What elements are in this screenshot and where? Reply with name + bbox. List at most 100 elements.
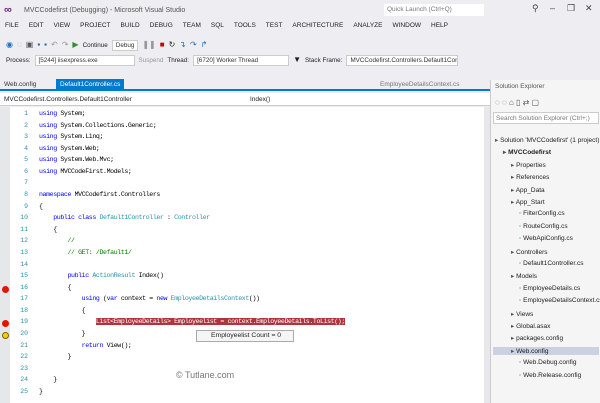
menu-edit[interactable]: EDIT	[24, 20, 49, 32]
standard-toolbar: ◉ ◌ ▣ ▪ ▪ ↶ ↷ ▶ Continue Debug ❚❚ ■ ↻ ↴ …	[0, 38, 600, 52]
close-button[interactable]: ✕	[585, 3, 593, 14]
line-number: 5	[24, 156, 28, 164]
restart-icon[interactable]: ↻	[169, 40, 176, 50]
restore-button[interactable]: ❐	[567, 3, 575, 14]
menu-team[interactable]: TEAM	[178, 20, 206, 32]
stack-frame-dropdown[interactable]: MVCCodefirst.Controllers.Default1Contro	[346, 54, 459, 66]
continue-icon[interactable]: ▶	[72, 40, 78, 50]
step-out-icon[interactable]: ↱	[201, 40, 208, 50]
menu-build[interactable]: BUILD	[116, 20, 145, 32]
tree-item[interactable]: ◦ FilterConfig.cs	[519, 210, 565, 217]
tree-item[interactable]: ◦ EmployeeDetailsContext.cs	[519, 297, 600, 304]
tab-web-config[interactable]: Web.config	[0, 79, 40, 91]
tree-item[interactable]: ▸ Models	[511, 272, 537, 280]
code-line[interactable]: //	[39, 237, 75, 244]
menu-test[interactable]: TEST	[261, 20, 288, 32]
step-into-icon[interactable]: ↴	[179, 40, 186, 50]
tree-item[interactable]: ◦ RouteConfig.cs	[519, 223, 568, 230]
code-line[interactable]: {	[39, 284, 71, 291]
code-line[interactable]: }	[39, 330, 86, 337]
code-line[interactable]: }	[39, 388, 43, 395]
continue-button[interactable]: Continue	[83, 42, 108, 49]
solution-explorer-search[interactable]: Search Solution Explorer (Ctrl+;)	[493, 112, 599, 124]
tree-item[interactable]: ▸ Controllers	[511, 248, 548, 256]
code-line[interactable]: }	[39, 376, 57, 383]
code-token: public	[39, 272, 93, 280]
se-toolbar-icons[interactable]: ◌ ◌ ⌂ ▯ ⇄ ▢	[495, 98, 539, 107]
code-token: using	[39, 295, 104, 303]
code-line[interactable]: // GET: /Default1/	[39, 249, 131, 256]
datatip[interactable]: Employeelist Count = 0	[196, 330, 294, 342]
process-dropdown[interactable]: [5244] iisexpress.exe	[34, 54, 135, 66]
tab-default1controller[interactable]: Default1Controller.cs	[56, 79, 125, 91]
solution-config-dropdown[interactable]: Debug	[111, 39, 139, 51]
breakpoint-icon[interactable]	[2, 285, 9, 293]
tree-item[interactable]: ▸ App_Start	[511, 198, 545, 206]
menu-project[interactable]: PROJECT	[75, 20, 115, 32]
tree-item[interactable]: ▸ Global.asax	[511, 322, 550, 330]
navigate-back-icon[interactable]: ◉	[6, 40, 13, 50]
tree-item[interactable]: ◦ EmployeeDetails.cs	[519, 285, 580, 292]
tree-item[interactable]: ▸ packages.config	[511, 334, 563, 342]
code-line[interactable]: public class Default1Controller : Contro…	[39, 214, 210, 221]
code-line[interactable]: using (var context = new EmployeeDetails…	[39, 295, 260, 302]
code-line[interactable]: {	[39, 307, 86, 314]
code-line[interactable]: return View();	[39, 342, 132, 349]
pause-icon[interactable]: ❚❚	[142, 40, 155, 50]
undo-icon[interactable]: ↶	[51, 40, 58, 50]
tree-item[interactable]: ◦ Default1Controller.cs	[519, 260, 583, 267]
tab-employeedetailscontext[interactable]: EmployeeDetailsContext.cs	[376, 79, 463, 91]
code-line[interactable]: using System.Web;	[39, 145, 100, 152]
tree-item[interactable]: ▸ Properties	[511, 161, 546, 169]
menu-architecture[interactable]: ARCHITECTURE	[287, 20, 348, 32]
code-line[interactable]: using System.Web.Mvc;	[39, 156, 114, 163]
new-project-icon[interactable]: ▣	[26, 40, 34, 50]
menu-file[interactable]: FILE	[0, 20, 24, 32]
type-dropdown[interactable]: MVCCodefirst.Controllers.Default1Control…	[4, 96, 132, 103]
code-token: //	[39, 237, 75, 245]
step-over-icon[interactable]: ↷	[190, 40, 197, 50]
menu-window[interactable]: WINDOW	[387, 20, 426, 32]
minimize-button[interactable]: –	[550, 3, 555, 13]
line-number: 10	[20, 214, 28, 222]
menu-tools[interactable]: TOOLS	[229, 20, 261, 32]
tree-item[interactable]: ▸ Solution 'MVCCodefirst' (1 project)	[495, 136, 599, 144]
breakpoint-margin[interactable]	[0, 107, 10, 403]
save-all-icon[interactable]: ▪	[44, 40, 47, 50]
code-line[interactable]: using System;	[39, 110, 86, 117]
tree-item[interactable]: ▸ App_Data	[511, 186, 545, 194]
code-line[interactable]: using System.Collections.Generic;	[39, 122, 157, 129]
code-line[interactable]: using MVCCodeFirst.Models;	[39, 168, 132, 175]
menu-help[interactable]: HELP	[426, 20, 453, 32]
menu-sql[interactable]: SQL	[206, 20, 229, 32]
menu-debug[interactable]: DEBUG	[145, 20, 178, 32]
menu-view[interactable]: VIEW	[49, 20, 76, 32]
stop-icon[interactable]: ■	[160, 40, 165, 50]
code-line[interactable]: {	[39, 226, 57, 233]
tree-item[interactable]: ▸ References	[511, 173, 549, 181]
suspend-button[interactable]: Suspend	[139, 57, 164, 64]
member-dropdown[interactable]: Index()	[250, 96, 270, 103]
code-line[interactable]: public ActionResult Index()	[39, 272, 163, 280]
code-line[interactable]: List<EmployeeDetails> Employeelist = con…	[39, 318, 345, 326]
tree-item[interactable]: ▸ Views	[511, 310, 533, 318]
code-line[interactable]: {	[39, 203, 43, 210]
tree-item[interactable]: ▸ MVCCodefirst	[503, 148, 551, 156]
thread-dropdown[interactable]: [6720] Worker Thread	[193, 54, 290, 66]
filter-icon[interactable]: ▼	[293, 55, 301, 65]
tree-item[interactable]: ◦ Web.Debug.config	[519, 359, 576, 366]
tree-item[interactable]: ◦ WebApiConfig.cs	[519, 235, 573, 242]
code-line[interactable]: }	[39, 353, 71, 360]
search-icon[interactable]: ⚲	[532, 3, 539, 14]
tree-item[interactable]: ▸ Web.config	[493, 346, 599, 355]
tree-item[interactable]: ◦ Web.Release.config	[519, 372, 581, 379]
code-line[interactable]: using System.Linq;	[39, 133, 103, 140]
menu-analyze[interactable]: ANALYZE	[348, 20, 387, 32]
quick-launch-input[interactable]: Quick Launch (Ctrl+Q)	[384, 4, 484, 16]
menu-bar: FILE EDIT VIEW PROJECT BUILD DEBUG TEAM SQL TOOL…	[0, 20, 600, 32]
navigate-forward-icon[interactable]: ◌	[17, 40, 22, 50]
save-icon[interactable]: ▪	[37, 40, 40, 50]
redo-icon[interactable]: ↷	[62, 40, 69, 50]
code-line[interactable]: namespace MVCCodefirst.Controllers	[39, 191, 160, 198]
